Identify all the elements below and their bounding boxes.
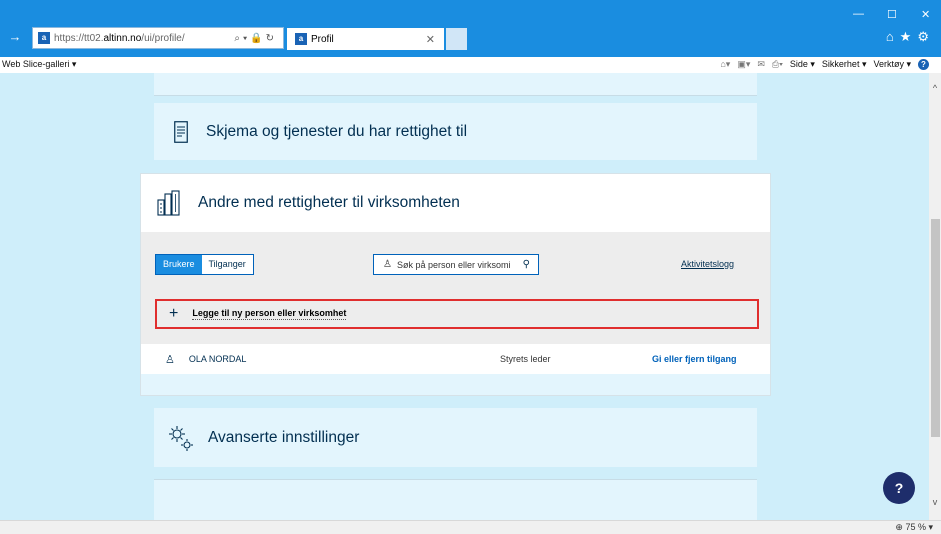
section-title: Andre med rettigheter til virksomheten <box>198 194 460 211</box>
user-name: OLA NORDAL <box>188 354 247 364</box>
help-button[interactable]: ? <box>883 472 915 504</box>
zoom-value: 75 % <box>905 522 926 532</box>
document-icon <box>174 120 188 143</box>
building-icon <box>157 190 180 216</box>
browser-titlebar: → a https://tt02. altinn.no/ui/profile/ ⌕… <box>0 0 941 57</box>
back-arrow-icon[interactable]: → <box>4 26 26 48</box>
menu-side[interactable]: Side ▾ <box>790 59 815 70</box>
section-andre-panel: Andre med rettigheter til virksomheten B… <box>140 173 771 396</box>
activity-log-link[interactable]: Aktivitetslogg <box>681 259 734 269</box>
plus-icon: + <box>169 305 179 322</box>
altinn-favicon-icon: a <box>295 33 307 45</box>
gears-icon <box>169 425 193 451</box>
section-title: Avanserte innstillinger <box>208 428 360 446</box>
tab-brukere[interactable]: Brukere <box>156 255 202 274</box>
menu-verktoy[interactable]: Verktøy ▾ <box>873 59 911 70</box>
web-slice-gallery[interactable]: Web Slice-galleri ▾ <box>2 59 76 70</box>
new-tab-button[interactable] <box>446 28 467 50</box>
person-icon: ♙ <box>165 353 175 366</box>
scroll-down-icon[interactable]: v <box>929 497 941 509</box>
search-icon[interactable]: ⚲ <box>523 259 530 270</box>
menu-sikkerhet[interactable]: Sikkerhet ▾ <box>822 59 867 70</box>
panel-footer <box>141 374 770 395</box>
address-tools-icons[interactable]: ⌕▾🔒↻ <box>234 33 277 44</box>
scroll-up-icon[interactable]: ^ <box>929 83 941 95</box>
view-toggle: Brukere Tilganger <box>155 254 254 275</box>
person-icon: ♙ <box>383 259 392 270</box>
address-bar[interactable]: a https://tt02. altinn.no/ui/profile/ ⌕▾🔒… <box>32 27 284 49</box>
profile-section-partial <box>154 73 757 96</box>
search-placeholder: Søk på person eller virksomi <box>396 259 511 270</box>
user-role: Styrets leder <box>500 354 551 364</box>
home-favorites-settings-icons[interactable]: ⌂★⚙ <box>886 29 935 45</box>
maximize-icon[interactable]: ☐ <box>887 8 897 21</box>
help-icon[interactable]: ? <box>918 59 929 70</box>
section-title: Skjema og tjenester du har rettighet til <box>206 122 468 140</box>
panel-toolbar: Brukere Tilganger ♙ Søk på person eller … <box>141 232 770 344</box>
section-avansert[interactable]: Avanserte innstillinger <box>154 408 757 467</box>
tab-tilganger[interactable]: Tilganger <box>201 255 253 274</box>
feeds-icon[interactable]: ▣▾ <box>737 59 750 70</box>
url-protocol: https://tt02. <box>54 32 104 44</box>
altinn-favicon-icon: a <box>38 32 50 44</box>
add-person-button[interactable]: + Legge til ny person eller virksomhet <box>155 299 759 329</box>
tab-title: Profil <box>311 33 334 45</box>
search-input[interactable]: ♙ Søk på person eller virksomi ⚲ <box>373 254 539 275</box>
section-andre-header[interactable]: Andre med rettigheter til virksomheten <box>141 174 770 232</box>
command-bar: Web Slice-galleri ▾ ⌂▾ ▣▾ ✉ ⎙▾ Side ▾ Si… <box>0 57 941 73</box>
grant-access-link[interactable]: Gi eller fjern tilgang <box>652 354 737 364</box>
minimize-icon[interactable]: — <box>853 8 864 20</box>
url-host: altinn.no <box>103 32 142 44</box>
status-bar: ⊕ 75 % ▾ <box>0 520 941 534</box>
section-skjema[interactable]: Skjema og tjenester du har rettighet til <box>154 103 757 160</box>
table-row[interactable]: ♙ OLA NORDAL Styrets leder Gi eller fjer… <box>141 344 770 374</box>
zoom-level[interactable]: ⊕ 75 % ▾ <box>895 522 933 533</box>
home-icon[interactable]: ⌂▾ <box>720 59 730 70</box>
add-person-label: Legge til ny person eller virksomhet <box>192 308 347 320</box>
print-icon[interactable]: ⎙▾ <box>772 59 783 70</box>
close-window-icon[interactable]: ✕ <box>921 8 930 21</box>
scrollbar-thumb[interactable] <box>931 219 940 437</box>
tab-profil[interactable]: a Profil ✕ <box>287 28 444 50</box>
close-tab-icon[interactable]: ✕ <box>426 33 435 46</box>
next-section-partial <box>154 479 757 520</box>
mail-icon[interactable]: ✉ <box>757 59 765 70</box>
url-path: /ui/profile/ <box>141 32 185 44</box>
